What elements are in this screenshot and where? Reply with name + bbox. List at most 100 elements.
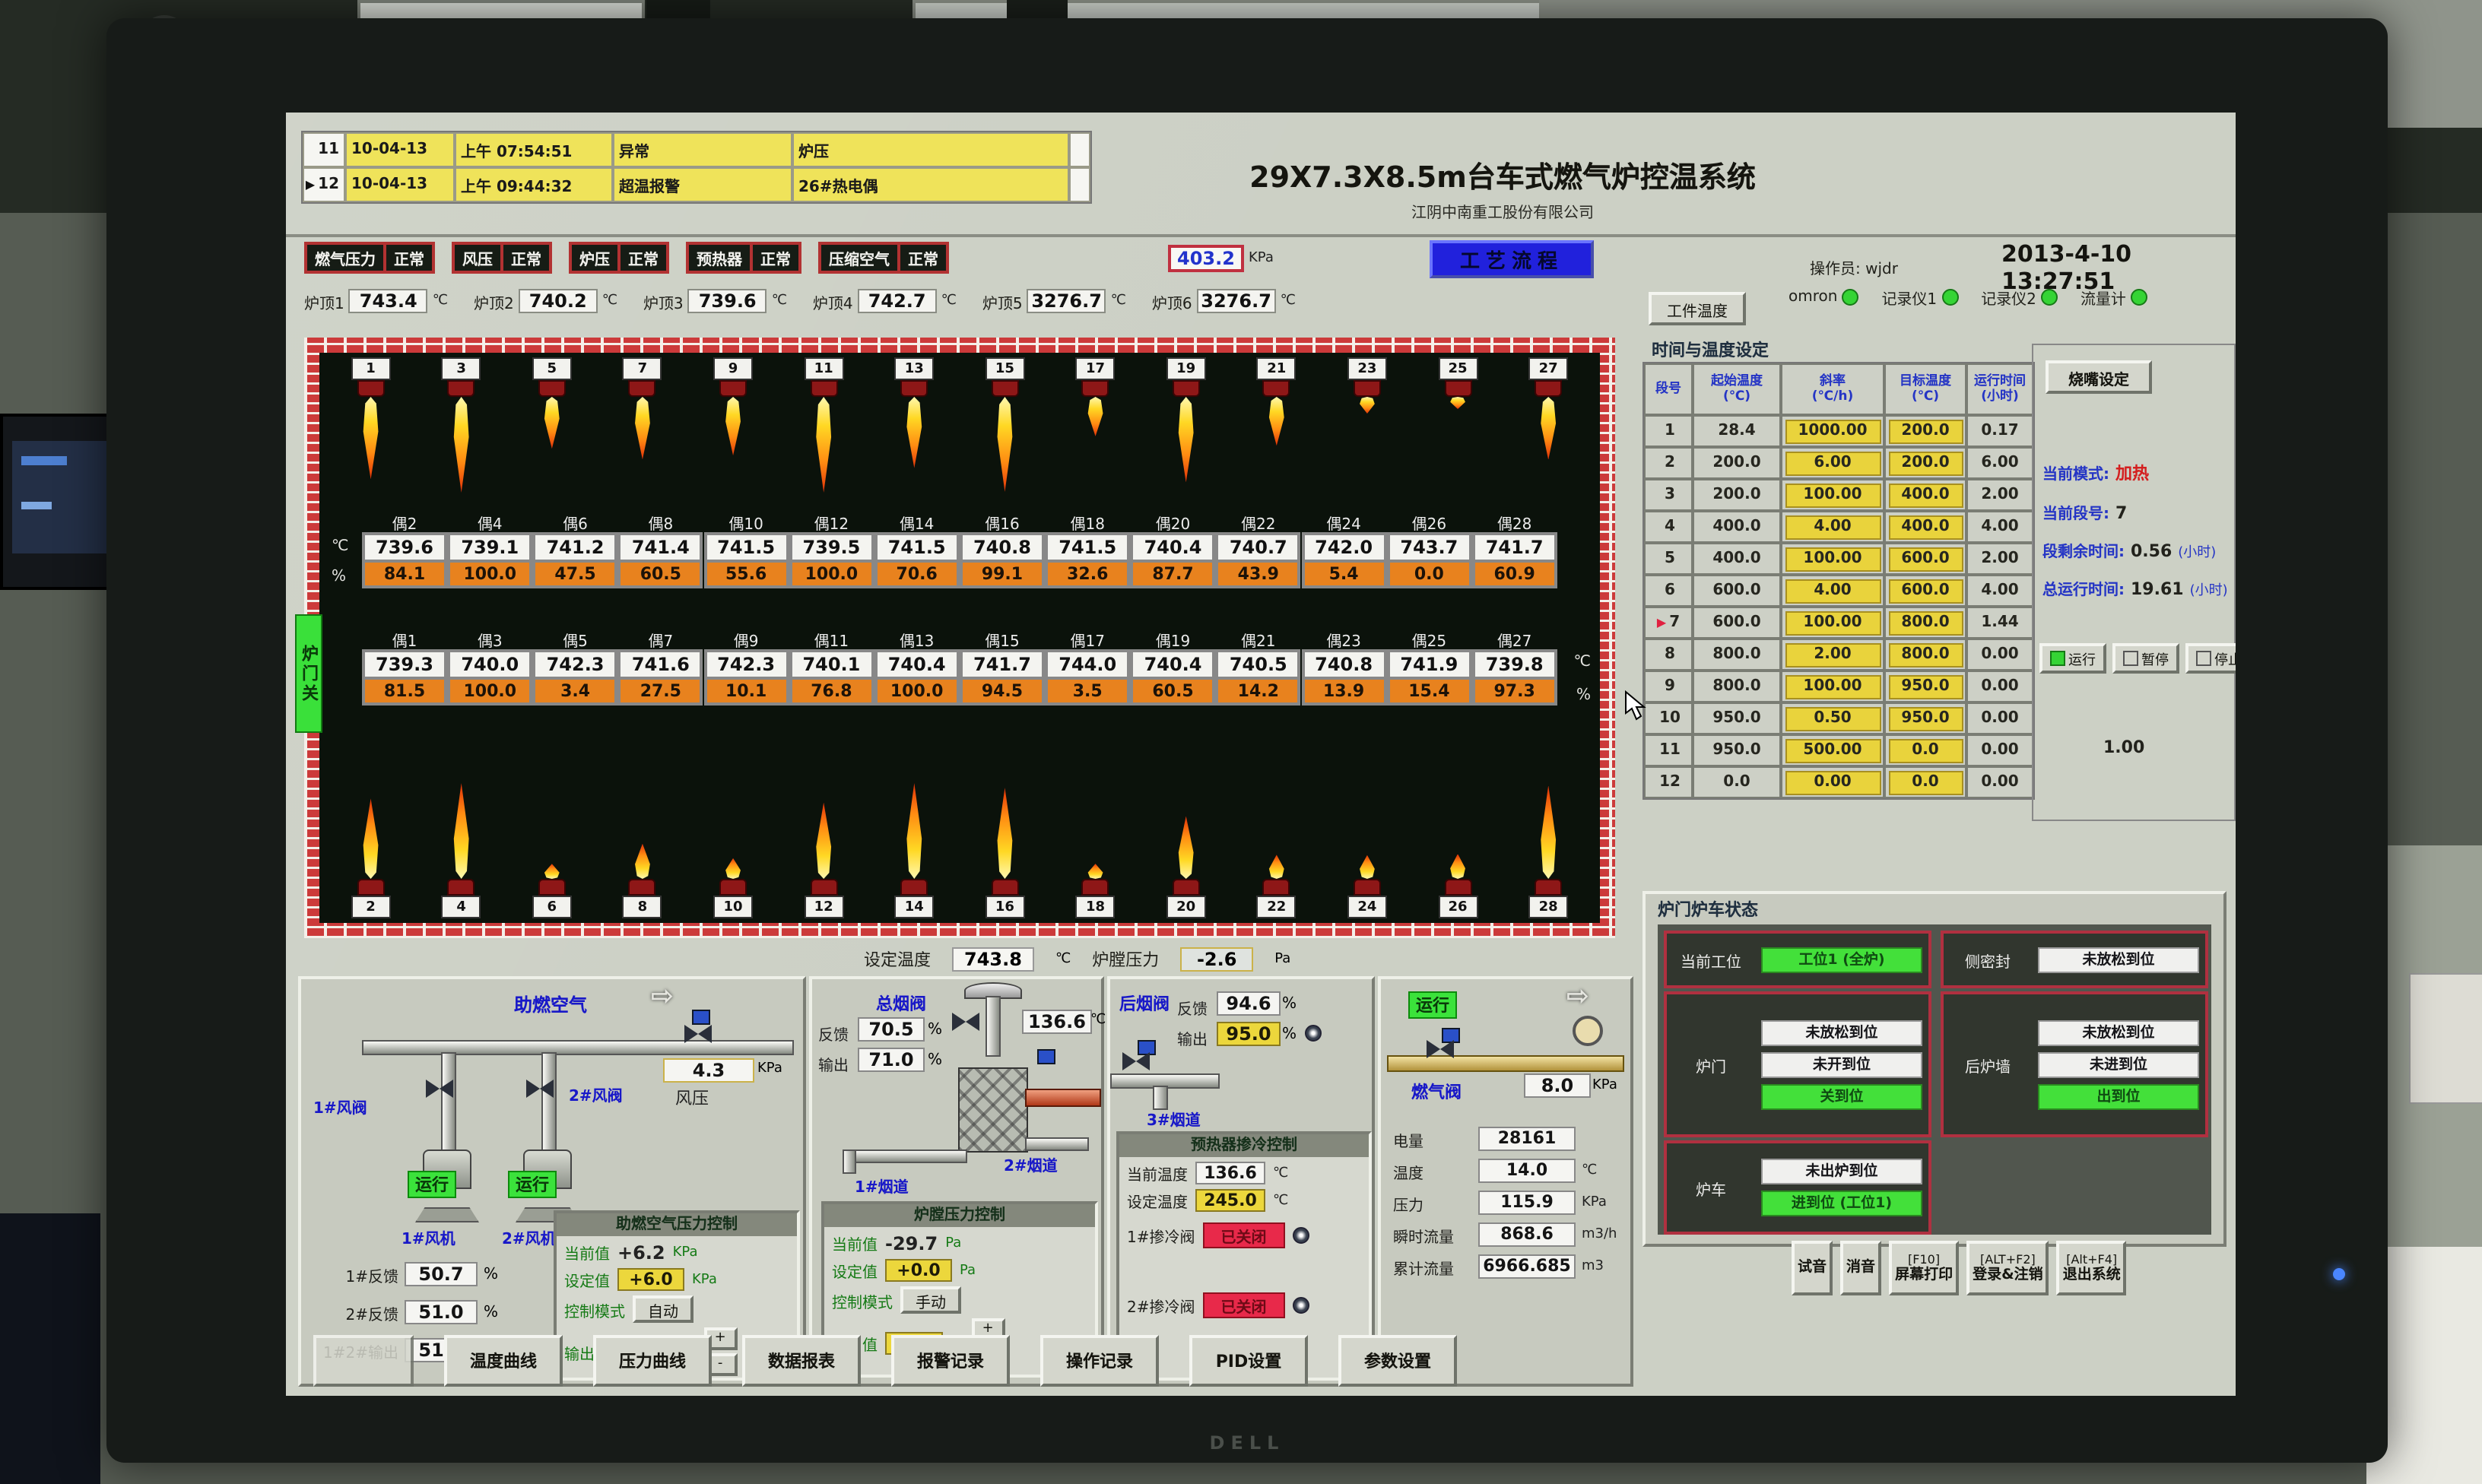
setpoint-input[interactable]: +0.0 <box>885 1259 952 1282</box>
eye-icon[interactable] <box>1293 1297 1309 1314</box>
cut-off-button[interactable] <box>313 1335 414 1387</box>
target-temp-cell[interactable]: 400.0 <box>1884 479 1966 511</box>
burner-number-tile: 27 <box>1528 357 1568 380</box>
eye-icon[interactable] <box>1305 1025 1322 1042</box>
system-button[interactable]: [Alt+F4] 退出系统 <box>2057 1241 2127 1295</box>
alarm-row-number[interactable]: ▶12 <box>303 167 345 202</box>
mode-toggle-button[interactable]: 自动 <box>633 1295 694 1323</box>
burner-flame-icon <box>1357 397 1377 414</box>
air-valve2-icon[interactable] <box>526 1080 554 1098</box>
gas-valve-icon[interactable] <box>1427 1040 1454 1058</box>
target-temp-cell[interactable]: 0.0 <box>1884 734 1966 766</box>
system-button[interactable]: 消音 <box>1840 1241 1881 1295</box>
nav-button[interactable]: 压力曲线 <box>593 1335 712 1387</box>
degc-unit: ℃ <box>602 293 617 309</box>
setpoint-input[interactable]: +6.0 <box>617 1268 684 1291</box>
rate-cell[interactable]: 100.00 <box>1781 479 1884 511</box>
burner-flame-icon <box>542 397 562 449</box>
rate-cell[interactable]: 4.00 <box>1781 575 1884 607</box>
start-temp-cell: 400.0 <box>1693 543 1781 575</box>
thermocouple: 偶20 740.4 87.7 <box>1131 511 1216 588</box>
target-temp-cell[interactable]: 600.0 <box>1884 575 1966 607</box>
rear-flue-valve-icon[interactable] <box>1122 1052 1150 1070</box>
burner-flame-icon <box>1357 855 1377 879</box>
device-indicator: 记录仪1 <box>1881 286 1958 309</box>
rate-cell[interactable]: 0.50 <box>1781 702 1884 734</box>
target-temp-cell[interactable]: 200.0 <box>1884 415 1966 447</box>
rate-cell[interactable]: 500.00 <box>1781 734 1884 766</box>
air-main-valve-icon[interactable] <box>684 1010 712 1043</box>
pause-button[interactable]: 暂停 <box>2112 643 2179 674</box>
set-temp-input[interactable]: 245.0 <box>1195 1189 1265 1212</box>
nav-button[interactable]: PID设置 <box>1189 1335 1308 1387</box>
burner-number-tile: 21 <box>1257 357 1297 380</box>
air-pipe-drop <box>541 1052 557 1153</box>
stop-button[interactable]: 停止 <box>2185 643 2236 674</box>
rate-cell[interactable]: 100.00 <box>1781 671 1884 702</box>
thermocouple-name: 偶22 <box>1216 511 1301 532</box>
rate-cell[interactable]: 100.00 <box>1781 607 1884 639</box>
alarm-row-number[interactable]: 11 <box>303 132 345 167</box>
burner-slot <box>624 380 661 460</box>
burner-slot <box>1530 785 1566 896</box>
rate-cell[interactable]: 100.00 <box>1781 543 1884 575</box>
target-temp-cell[interactable]: 400.0 <box>1884 511 1966 543</box>
start-temp-cell: 28.4 <box>1693 415 1781 447</box>
target-temp-cell[interactable]: 800.0 <box>1884 607 1966 639</box>
rate-cell[interactable]: 2.00 <box>1781 639 1884 671</box>
system-button[interactable]: [F10] 屏幕打印 <box>1889 1241 1959 1295</box>
flue-feedback-value: 70.5 <box>858 1017 925 1042</box>
nav-button[interactable]: 操作记录 <box>1040 1335 1159 1387</box>
segment-cell: 5 <box>1644 543 1693 575</box>
status-badge: 压缩空气 正常 <box>818 242 949 274</box>
target-temp-cell[interactable]: 950.0 <box>1884 702 1966 734</box>
gas-pressure-unit: KPa <box>1249 251 1274 266</box>
burner-flame-icon <box>904 783 924 879</box>
settings-title: 时间与温度设定 <box>1652 338 1769 362</box>
rate-cell[interactable]: 6.00 <box>1781 447 1884 479</box>
burner-base <box>1173 380 1200 397</box>
target-temp-cell[interactable]: 0.0 <box>1884 766 1966 798</box>
target-temp-cell[interactable]: 200.0 <box>1884 447 1966 479</box>
fan1-base <box>415 1207 479 1222</box>
nav-button[interactable]: 参数设置 <box>1338 1335 1457 1387</box>
rate-cell[interactable]: 0.00 <box>1781 766 1884 798</box>
system-button[interactable]: [ALT+F2] 登录&注销 <box>1966 1241 2049 1295</box>
col-start: 起始温度(℃) <box>1693 363 1781 415</box>
air-valve1-icon[interactable] <box>426 1080 453 1098</box>
target-temp-cell[interactable]: 600.0 <box>1884 543 1966 575</box>
output-label: 输出 <box>1177 1026 1208 1049</box>
workpiece-temp-button[interactable]: 工件温度 <box>1649 292 1746 325</box>
set-temp-value: 743.8 <box>952 947 1034 972</box>
burner-base <box>1444 380 1471 397</box>
process-flow-button[interactable]: 工艺流程 <box>1430 240 1594 278</box>
rear-output-input[interactable]: 95.0 <box>1217 1022 1281 1046</box>
burner-flame-icon <box>361 798 381 879</box>
thermocouple-output: 5.4 <box>1301 560 1386 588</box>
burner-setup-button[interactable]: 烧嘴设定 <box>2046 360 2152 394</box>
segment-cell: 3 <box>1644 479 1693 511</box>
pa-unit: Pa <box>960 1263 976 1278</box>
eye-icon[interactable] <box>1293 1227 1309 1244</box>
target-temp-cell[interactable]: 800.0 <box>1884 639 1966 671</box>
thermocouple-output: 43.9 <box>1216 560 1301 588</box>
burner-slot <box>805 803 842 896</box>
alarm-scrollbar[interactable] <box>1069 132 1090 167</box>
target-temp-cell[interactable]: 950.0 <box>1884 671 1966 702</box>
run-button[interactable]: 运行 <box>2039 643 2106 674</box>
rate-cell[interactable]: 4.00 <box>1781 511 1884 543</box>
nav-button[interactable]: 温度曲线 <box>444 1335 563 1387</box>
air-pressure-value: 4.3 <box>663 1058 754 1083</box>
thermocouple: 偶27 739.8 97.3 <box>1472 628 1557 706</box>
furnace-setpoint-row: 设定温度 743.8 ℃ 炉膛压力 -2.6 Pa <box>864 947 1290 972</box>
system-button[interactable]: 试音 <box>1792 1241 1833 1295</box>
flue-valve-icon[interactable] <box>952 1013 979 1031</box>
nav-button[interactable]: 数据报表 <box>742 1335 861 1387</box>
rate-cell[interactable]: 1000.00 <box>1781 415 1884 447</box>
thermocouple-name: 偶24 <box>1301 511 1386 532</box>
nav-button[interactable]: 报警记录 <box>891 1335 1010 1387</box>
rear-flue-panel: 后烟阀 反馈 94.6 % 输出 95.0 % 3#烟道 预热器掺冷控制 当前温… <box>1107 976 1375 1387</box>
roof-temp: 炉顶2 740.2 ℃ <box>474 289 617 313</box>
alarm-scrollbar[interactable] <box>1069 167 1090 202</box>
mode-toggle-button[interactable]: 手动 <box>900 1286 961 1314</box>
